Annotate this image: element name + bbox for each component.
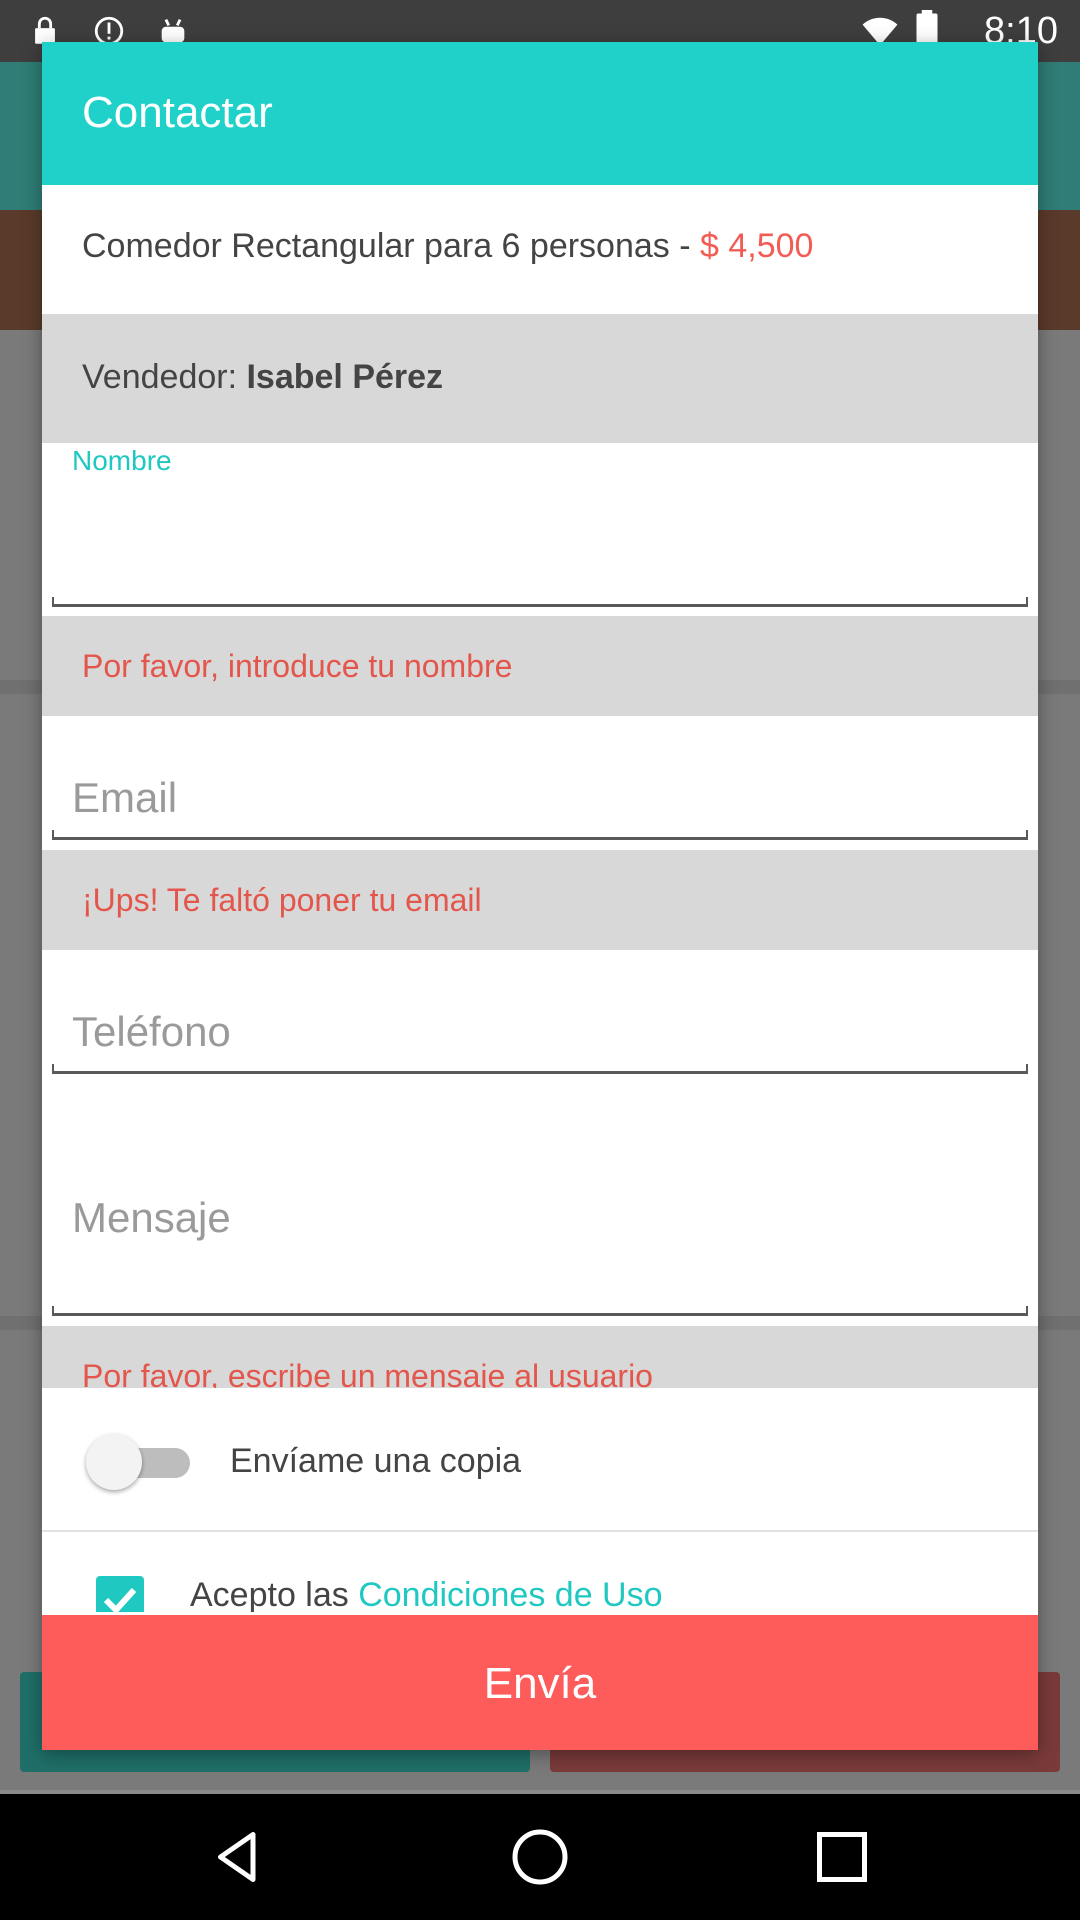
back-icon[interactable] (208, 1827, 268, 1887)
email-placeholder: Email (72, 774, 178, 821)
name-error-text: Por favor, introduce tu nombre (82, 648, 513, 684)
toggle-knob[interactable] (86, 1434, 142, 1490)
send-copy-label: Envíame una copia (230, 1442, 522, 1480)
seller-row: Vendedor: Isabel Pérez (42, 314, 1038, 443)
email-field-underline (52, 830, 1028, 840)
product-price: $ 4,500 (700, 227, 814, 265)
email-field[interactable]: Email (52, 718, 1028, 840)
seller-name: Isabel Pérez (246, 358, 444, 396)
message-placeholder: Mensaje (72, 1194, 231, 1241)
message-field[interactable]: Mensaje (52, 1082, 1028, 1316)
home-icon[interactable] (510, 1827, 570, 1887)
name-error-row: Por favor, introduce tu nombre (42, 616, 1038, 716)
product-summary: Comedor Rectangular para 6 personas - $ … (82, 227, 813, 266)
product-name: Comedor Rectangular para 6 personas - (82, 227, 700, 265)
send-button[interactable]: Envía (42, 1615, 1038, 1750)
name-field-label: Nombre (72, 445, 172, 476)
terms-prefix: Acepto las (190, 1576, 359, 1612)
name-field[interactable]: Nombre (52, 443, 1028, 607)
send-button-label: Envía (483, 1659, 597, 1708)
recents-icon[interactable] (812, 1827, 872, 1887)
terms-row: Acepto las Condiciones de Uso (42, 1532, 1038, 1612)
dialog-title: Contactar (82, 88, 273, 137)
seller-info: Vendedor: Isabel Pérez (82, 358, 443, 397)
email-error-row: ¡Ups! Te faltó poner tu email (42, 850, 1038, 950)
product-row: Comedor Rectangular para 6 personas - $ … (42, 185, 1038, 314)
terms-link[interactable]: Condiciones de Uso (358, 1576, 662, 1612)
check-icon (103, 1587, 137, 1612)
terms-checkbox[interactable] (96, 1576, 144, 1612)
message-field-underline (52, 1306, 1028, 1316)
name-field-underline (52, 597, 1028, 607)
contact-dialog: Contactar Comedor Rectangular para 6 per… (42, 42, 1038, 1750)
navigation-bar (0, 1794, 1080, 1920)
dialog-header: Contactar (42, 42, 1038, 185)
phone-field-underline (52, 1064, 1028, 1074)
terms-text: Acepto las Condiciones de Uso (190, 1576, 663, 1612)
send-copy-row: Envíame una copia (42, 1388, 1038, 1532)
email-error-text: ¡Ups! Te faltó poner tu email (82, 882, 482, 918)
phone-placeholder: Teléfono (72, 1008, 231, 1055)
seller-label: Vendedor: (82, 358, 247, 396)
name-input[interactable] (72, 527, 1018, 575)
phone-field[interactable]: Teléfono (52, 952, 1028, 1074)
